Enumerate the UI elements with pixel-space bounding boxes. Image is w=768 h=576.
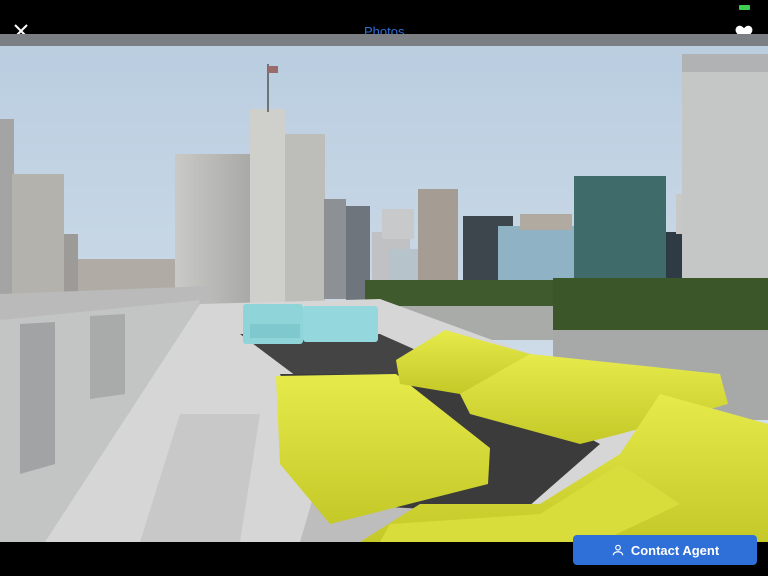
rooftop-terrace-image bbox=[0, 34, 768, 542]
contact-agent-label: Contact Agent bbox=[630, 542, 720, 558]
listing-photo[interactable] bbox=[0, 34, 768, 542]
battery-icon bbox=[739, 5, 750, 10]
contact-agent-button[interactable]: Contact Agent bbox=[573, 535, 757, 565]
user-icon bbox=[612, 544, 624, 556]
